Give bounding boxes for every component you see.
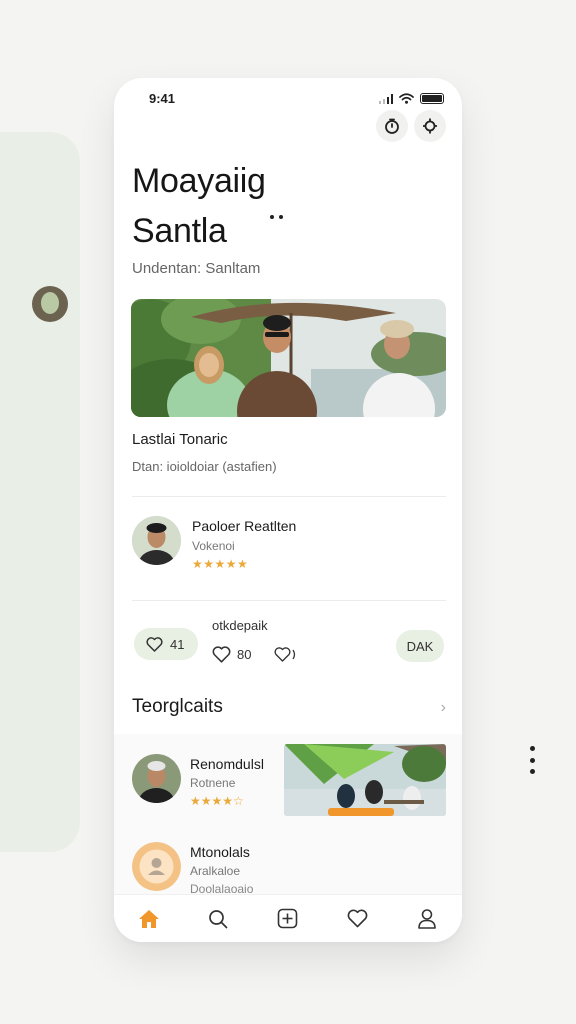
tab-bar — [114, 894, 462, 942]
timer-icon — [385, 118, 399, 134]
list-item-subtitle: Rotnene — [190, 776, 236, 790]
heart-icon — [347, 909, 368, 928]
extra-pill-button[interactable]: DAK — [396, 630, 444, 662]
list-item-name: Renomdulsl — [190, 756, 264, 772]
list-item-thumbnail[interactable] — [284, 744, 446, 816]
settings-button[interactable] — [414, 110, 446, 142]
heart-sound-button[interactable] — [274, 638, 300, 670]
like-count: 41 — [170, 636, 185, 652]
gear-icon — [423, 118, 437, 134]
divider — [132, 496, 446, 497]
tab-profile[interactable] — [407, 899, 447, 939]
tab-add[interactable] — [268, 899, 308, 939]
heart-icon — [212, 645, 231, 663]
extra-pill-label: DAK — [406, 638, 434, 654]
background-side-panel — [0, 132, 80, 852]
battery-icon — [420, 93, 444, 104]
list-item-avatar-placeholder — [132, 842, 181, 891]
host-card[interactable]: Paoloer Reatlten Vokenoi ★★★★★ — [132, 516, 446, 572]
host-avatar[interactable] — [132, 516, 181, 565]
hero-subtitle: Dtan: ioioldoiar (astafien) — [132, 459, 277, 474]
hero-title: Lastlai Tonaric — [132, 431, 228, 448]
favorite-count: 80 — [237, 646, 252, 662]
tab-home[interactable] — [129, 899, 169, 939]
page-title-line2: Santla — [132, 212, 227, 250]
side-panel-avatar[interactable] — [32, 286, 68, 322]
status-bar: 9:41 — [114, 90, 462, 110]
host-role: Vokenoi — [192, 539, 235, 553]
chevron-right-icon[interactable]: › — [441, 699, 446, 717]
like-button[interactable]: 41 — [134, 628, 198, 660]
section-title: Teorglcaits — [132, 696, 223, 717]
heart-sound-icon — [274, 646, 296, 662]
list-item-name: Mtonolals — [190, 844, 250, 860]
page-subtitle: Undentan: Sanltam — [132, 260, 261, 277]
home-icon — [138, 909, 159, 928]
page-title-line1: Moayaiig — [132, 162, 266, 200]
thumbnail-accent-bar — [328, 808, 394, 816]
heart-icon — [146, 636, 163, 652]
status-time: 9:41 — [149, 91, 176, 106]
list-item-subtitle: Aralkaloe — [190, 864, 241, 878]
hero-photo[interactable] — [131, 299, 446, 417]
tab-search[interactable] — [198, 899, 238, 939]
add-icon — [278, 908, 298, 929]
divider — [132, 600, 446, 601]
search-icon — [209, 909, 228, 928]
timer-button[interactable] — [376, 110, 408, 142]
page-title: Moayaiig Santla — [132, 156, 266, 256]
list-item-avatar — [132, 754, 181, 803]
title-more-icon[interactable] — [270, 215, 283, 219]
host-name: Paoloer Reatlten — [192, 518, 297, 534]
more-vertical-icon[interactable] — [526, 746, 538, 774]
phone-screen: 9:41 Moayaiig Santla Undentan: Sanltam L… — [114, 78, 462, 942]
host-rating-stars: ★★★★★ — [192, 557, 249, 571]
engagement-label: otkdepaik — [212, 618, 268, 633]
cellular-signal-icon — [378, 93, 393, 104]
favorite-button[interactable]: 80 — [212, 638, 251, 670]
profile-icon — [418, 909, 436, 929]
tab-favorites[interactable] — [338, 899, 378, 939]
list-item-rating-stars: ★★★★☆ — [190, 794, 244, 808]
wifi-icon — [399, 93, 414, 104]
